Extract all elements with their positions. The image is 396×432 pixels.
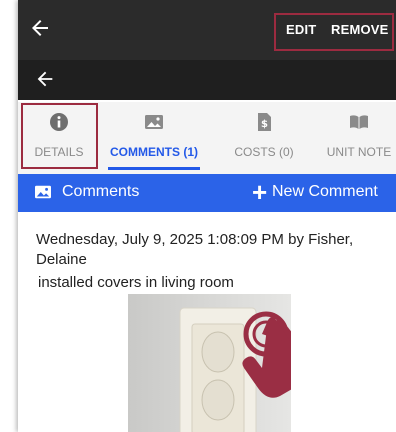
svg-text:$: $ bbox=[261, 119, 268, 130]
remove-button[interactable]: REMOVE bbox=[331, 22, 389, 37]
tap-gesture-icon bbox=[242, 311, 291, 398]
tab-label: UNIT NOTE bbox=[326, 145, 392, 159]
details-tab-highlight bbox=[21, 103, 98, 169]
app-window: EDIT REMOVE DETAILS COMMENTS (1) $ COSTS… bbox=[18, 0, 396, 432]
new-comment-button[interactable]: New Comment bbox=[272, 183, 378, 201]
tab-costs[interactable]: $ COSTS (0) bbox=[220, 102, 308, 168]
back-arrow-icon[interactable] bbox=[34, 68, 56, 90]
tab-label: COSTS (0) bbox=[234, 145, 294, 159]
tab-label: COMMENTS (1) bbox=[110, 145, 198, 159]
dollar-document-icon: $ bbox=[258, 113, 271, 131]
tab-unit-notes[interactable]: UNIT NOTE bbox=[314, 102, 396, 168]
comment-text: installed covers in living room bbox=[38, 274, 234, 291]
back-arrow-icon[interactable] bbox=[28, 16, 52, 40]
active-tab-indicator bbox=[108, 167, 200, 170]
secondary-app-bar bbox=[18, 60, 396, 100]
edit-button[interactable]: EDIT bbox=[286, 22, 316, 37]
plus-icon[interactable]: + bbox=[252, 177, 267, 208]
section-title: Comments bbox=[62, 183, 140, 200]
comment-meta: Wednesday, July 9, 2025 1:08:09 PM by Fi… bbox=[36, 231, 354, 268]
image-icon bbox=[145, 115, 163, 129]
book-icon bbox=[350, 115, 368, 129]
top-app-bar: EDIT REMOVE bbox=[18, 0, 396, 60]
comments-section-bar: Comments + New Comment bbox=[18, 174, 396, 212]
comment-photo[interactable] bbox=[128, 294, 291, 432]
image-icon bbox=[35, 185, 51, 199]
tab-comments[interactable]: COMMENTS (1) bbox=[100, 102, 208, 170]
